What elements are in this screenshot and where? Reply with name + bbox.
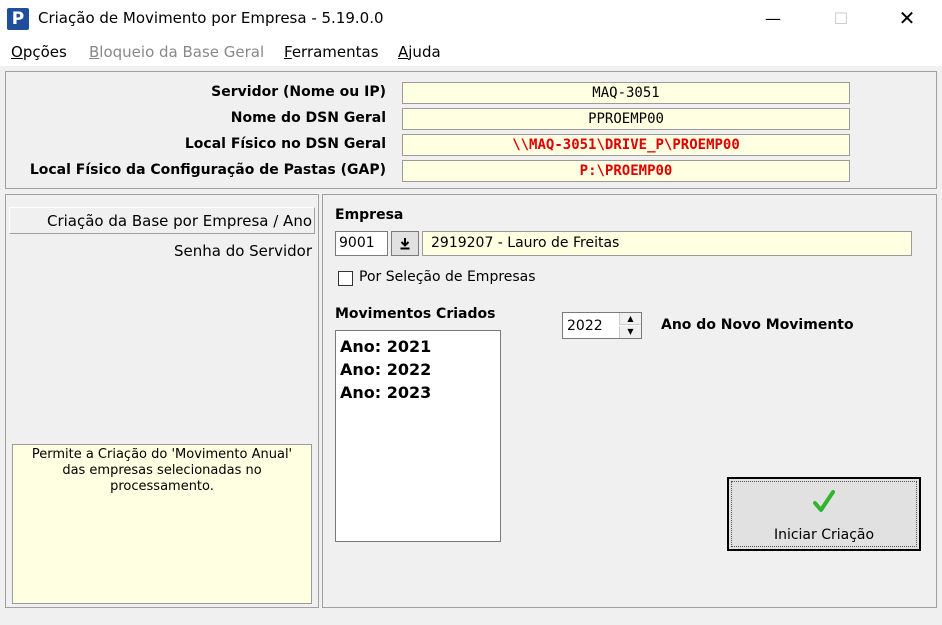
dsn-name-value: PPROEMP00 <box>402 108 850 130</box>
menu-label: erramentas <box>291 43 379 61</box>
help-hint-box: Permite a Criação do 'Movimento Anual' d… <box>12 444 312 604</box>
dsn-name-label: Nome do DSN Geral <box>230 110 386 126</box>
minimize-button[interactable]: — <box>750 0 796 37</box>
empresa-lookup-button[interactable] <box>391 231 419 256</box>
gap-path-label: Local Físico da Configuração de Pastas (… <box>29 162 386 178</box>
menu-mnemonic: O <box>11 43 23 61</box>
server-name-value: MAQ-3051 <box>402 82 850 104</box>
dsn-path-label: Local Físico no DSN Geral <box>184 136 386 152</box>
list-item[interactable]: Ano: 2022 <box>340 358 496 381</box>
multi-select-label[interactable]: Por Seleção de Empresas <box>359 269 536 285</box>
green-check-icon <box>813 490 835 512</box>
server-info-panel: Servidor (Nome ou IP) MAQ-3051 Nome do D… <box>5 71 937 189</box>
movimentos-label: Movimentos Criados <box>335 306 496 322</box>
novo-ano-label: Ano do Novo Movimento <box>661 317 854 333</box>
title-bar: P Criação de Movimento por Empresa - 5.1… <box>0 0 942 37</box>
menu-mnemonic: B <box>89 43 100 61</box>
close-button[interactable]: ✕ <box>884 0 930 37</box>
iniciar-criacao-button[interactable]: Iniciar Criação <box>727 477 921 551</box>
app-logo-icon[interactable]: P <box>7 8 29 30</box>
window-title: Criação de Movimento por Empresa - 5.19.… <box>38 9 384 27</box>
download-arrow-icon <box>400 238 410 250</box>
menu-opcoes[interactable]: Opções <box>11 43 67 61</box>
menu-mnemonic: A <box>398 43 409 61</box>
menu-label: juda <box>408 43 441 61</box>
menu-label: loqueio da Base Geral <box>99 43 265 61</box>
menu-bloqueio-base-geral: Bloqueio da Base Geral <box>89 43 264 61</box>
multi-select-checkbox[interactable] <box>338 271 353 286</box>
spinner-up-icon[interactable]: ▲ <box>619 313 641 325</box>
menu-bar: Opções Bloqueio da Base Geral Ferramenta… <box>0 37 942 66</box>
empresa-label: Empresa <box>335 207 404 223</box>
content-panel: Empresa 9001 2919207 - Lauro de Freitas … <box>322 194 937 608</box>
server-name-label: Servidor (Nome ou IP) <box>211 84 386 100</box>
dsn-path-value: \\MAQ-3051\DRIVE_P\PROEMP00 <box>402 134 850 156</box>
menu-mnemonic: F <box>284 43 292 61</box>
iniciar-criacao-label: Iniciar Criação <box>773 527 875 543</box>
menu-ajuda[interactable]: Ajuda <box>398 43 441 61</box>
nav-item-senha-servidor[interactable]: Senha do Servidor <box>174 242 312 260</box>
year-spinner-value[interactable]: 2022 <box>567 318 603 334</box>
movimentos-list[interactable]: Ano: 2021 Ano: 2022 Ano: 2023 <box>335 330 501 542</box>
gap-path-value: P:\PROEMP00 <box>402 160 850 182</box>
maximize-button: ☐ <box>833 9 849 28</box>
nav-item-criacao-base[interactable]: Criação da Base por Empresa / Ano <box>47 212 312 230</box>
empresa-code-input[interactable]: 9001 <box>335 231 388 256</box>
menu-label: pções <box>22 43 67 61</box>
list-item[interactable]: Ano: 2021 <box>340 335 496 358</box>
menu-ferramentas[interactable]: Ferramentas <box>284 43 379 61</box>
year-spinner[interactable]: 2022 ▲ ▼ <box>562 312 642 339</box>
empresa-name-field: 2919207 - Lauro de Freitas <box>422 231 912 256</box>
list-item[interactable]: Ano: 2023 <box>340 381 496 404</box>
spinner-down-icon[interactable]: ▼ <box>619 326 641 338</box>
navigation-panel: Criação da Base por Empresa / Ano Senha … <box>5 194 319 608</box>
